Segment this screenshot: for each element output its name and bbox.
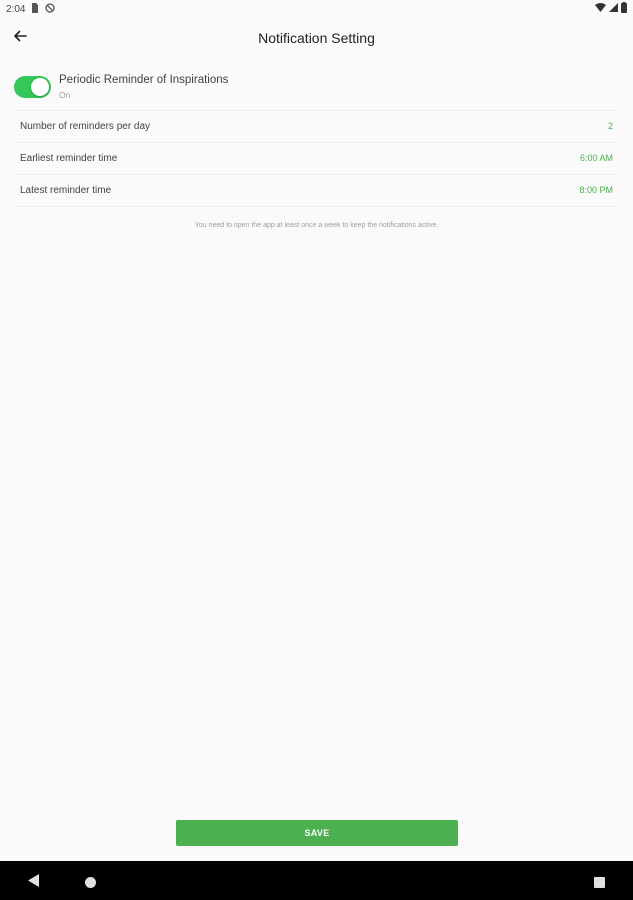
reminder-switch[interactable] (14, 76, 51, 98)
setting-label: Latest reminder time (20, 185, 112, 196)
setting-value: 2 (607, 121, 613, 131)
signal-icon (609, 3, 618, 15)
no-disturb-icon (45, 2, 56, 16)
setting-label: Earliest reminder time (20, 153, 118, 164)
battery-icon (621, 2, 627, 16)
setting-row-reminders-per-day[interactable]: Number of reminders per day 2 (14, 111, 619, 143)
status-left: 2:04 (6, 2, 56, 16)
nav-recents-icon[interactable] (594, 875, 605, 893)
setting-row-latest-time[interactable]: Latest reminder time 8:00 PM (14, 175, 619, 207)
page-title: Notification Setting (258, 30, 375, 46)
status-time: 2:04 (6, 3, 26, 15)
status-bar: 2:04 (0, 0, 633, 18)
notification-hint: You need to open the app at least once a… (194, 222, 439, 229)
app-bar: Notification Setting (0, 18, 633, 58)
wifi-icon (595, 3, 606, 15)
status-right (595, 2, 627, 16)
nav-home-icon[interactable] (85, 875, 96, 893)
settings-list: Number of reminders per day 2 Earliest r… (14, 110, 619, 207)
sim-card-icon (31, 2, 39, 16)
reminder-toggle-title: Periodic Reminder of Inspirations (59, 74, 229, 86)
reminder-toggle-row[interactable]: Periodic Reminder of Inspirations On (0, 70, 633, 108)
switch-thumb (31, 78, 49, 96)
reminder-toggle-state: On (59, 90, 71, 100)
nav-back-icon[interactable] (28, 874, 40, 892)
system-nav-bar (0, 861, 633, 900)
setting-value: 6:00 AM (579, 153, 613, 163)
setting-label: Number of reminders per day (20, 121, 151, 132)
setting-row-earliest-time[interactable]: Earliest reminder time 6:00 AM (14, 143, 619, 175)
save-button[interactable]: SAVE (176, 820, 458, 846)
setting-value: 8:00 PM (579, 185, 613, 195)
